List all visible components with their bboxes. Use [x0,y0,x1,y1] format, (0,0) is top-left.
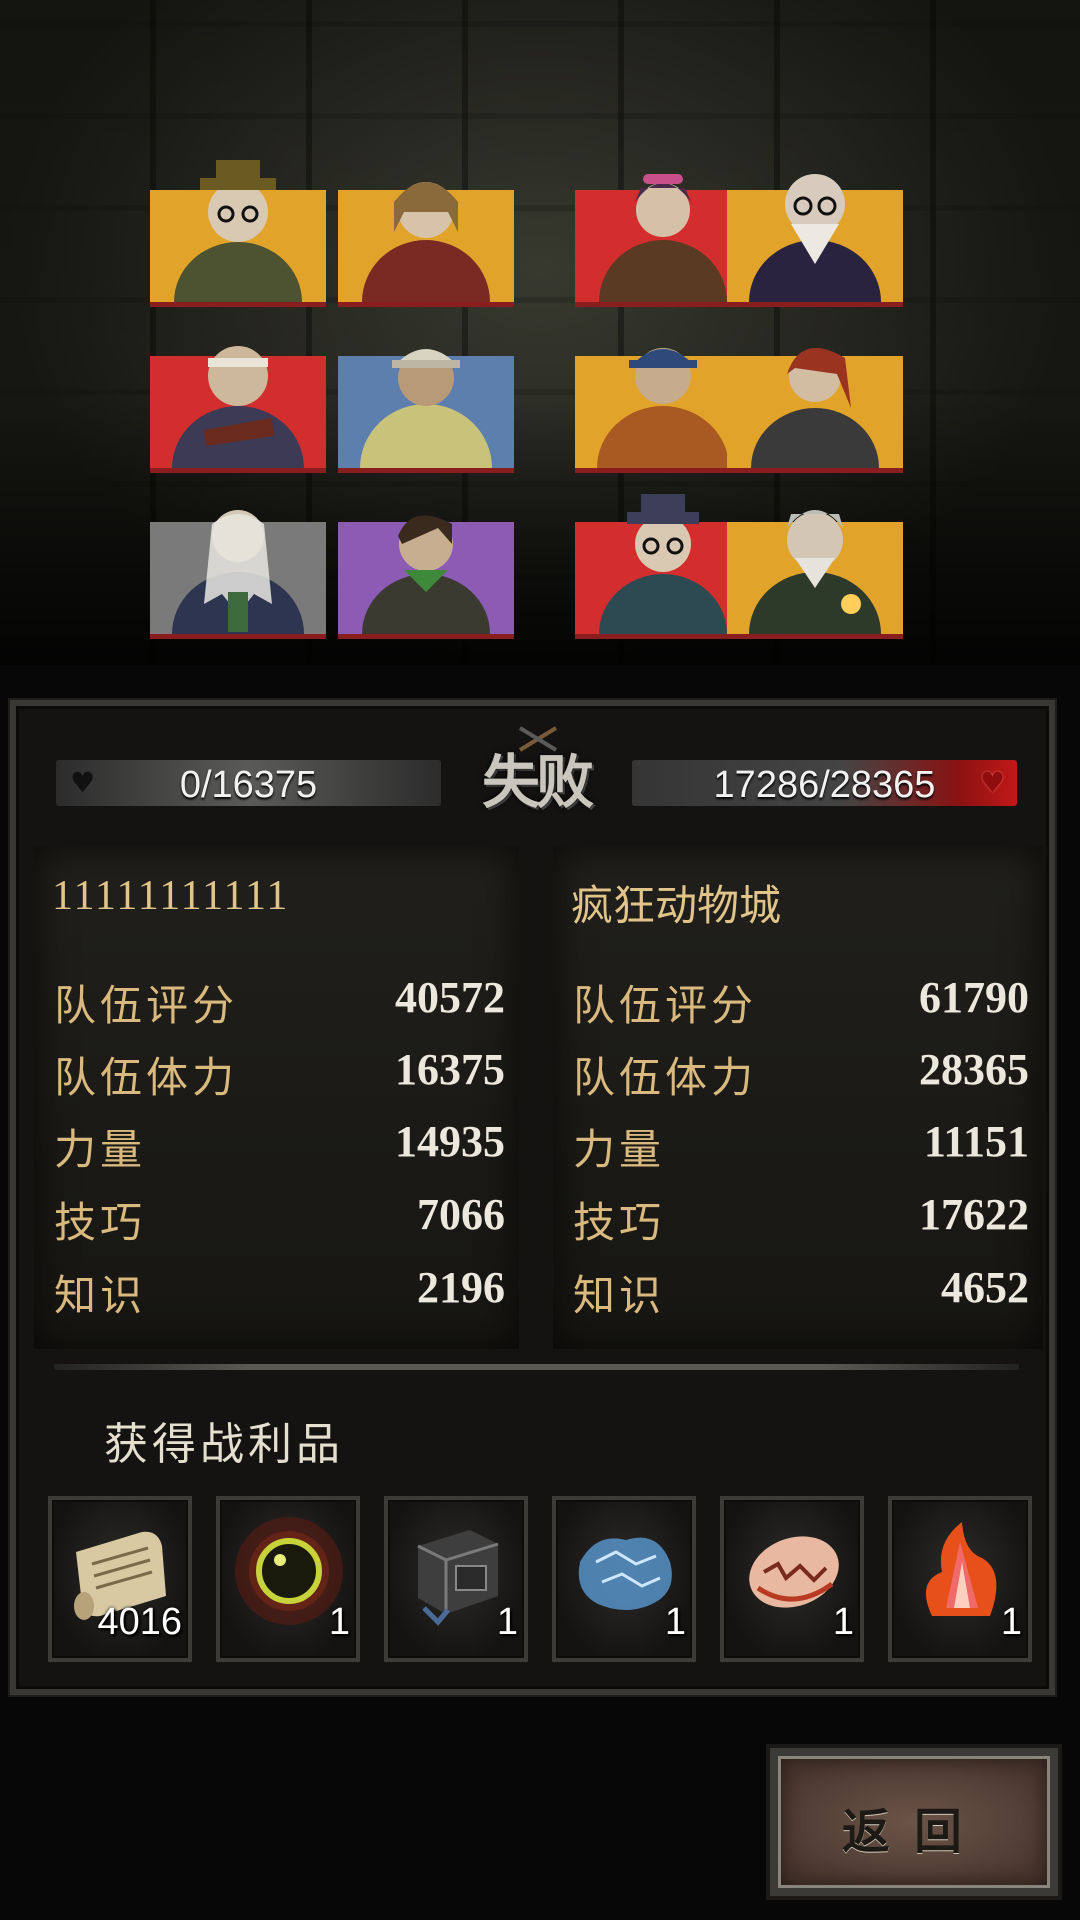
team-member-slot[interactable] [727,174,903,307]
woman-in-red-jacket-portrait [352,152,500,302]
battle-result-panel: ♥ 0/16375 失败 17286/28365 ♥ 11111111111 队… [10,700,1055,1695]
stat-value: 11151 [923,1117,1029,1166]
stat-label: 知识 [573,1271,666,1320]
battle-result-label: 失败 [481,748,594,816]
stat-row-knowledge: 知识 2196 [54,1262,505,1322]
stat-label: 力量 [573,1125,666,1174]
team-member-slot[interactable] [575,494,751,639]
stat-label: 力量 [54,1125,147,1174]
stat-value: 2196 [417,1263,505,1312]
stat-label: 知识 [54,1271,147,1320]
loot-item[interactable]: 1 [384,1496,528,1662]
stat-row-strength: 力量 14935 [54,1116,505,1176]
loot-grid: 4016 1 1 1 1 1 [48,1496,1038,1664]
stat-value: 40572 [395,973,505,1022]
loot-quantity: 1 [328,1601,350,1643]
team-member-slot[interactable] [150,160,326,307]
team-member-slot[interactable] [575,348,751,473]
stat-row-team-score: 队伍评分 61790 [573,972,1029,1032]
loot-item[interactable]: 4016 [48,1496,192,1662]
stat-value: 14935 [395,1117,505,1166]
bald-old-man-portrait [741,152,889,302]
stat-label: 队伍体力 [573,1053,758,1102]
stat-value: 17622 [919,1190,1029,1239]
team-member-slot[interactable] [727,348,903,473]
return-button-label: 返回 [841,1804,986,1860]
stat-label: 队伍体力 [54,1053,239,1102]
stat-value: 28365 [919,1045,1029,1094]
section-divider [54,1364,1019,1370]
team-member-slot[interactable] [150,510,326,639]
stat-row-team-stamina: 队伍体力 28365 [573,1044,1029,1104]
loot-quantity: 4016 [97,1601,182,1643]
stat-row-team-stamina: 队伍体力 16375 [54,1044,505,1104]
loot-item[interactable]: 1 [552,1496,696,1662]
stat-label: 技巧 [573,1198,666,1247]
team-member-slot[interactable] [575,174,751,307]
stat-row-strength: 力量 11151 [573,1116,1029,1176]
right-team-name: 疯狂动物城 [571,881,782,930]
stat-row-skill: 技巧 17622 [573,1189,1029,1249]
right-hp-text: 17286/28365 [713,764,936,806]
team-member-slot[interactable] [338,182,514,307]
stat-label: 队伍评分 [54,981,239,1030]
left-team-name: 11111111111 [52,873,290,919]
woman-with-goggles-portrait [589,152,737,302]
battle-arena [0,0,1080,665]
man-with-headband-portrait [164,318,312,468]
loot-quantity: 1 [832,1601,854,1643]
stat-value: 61790 [919,973,1029,1022]
young-man-with-scarf-portrait [352,484,500,634]
return-button[interactable]: 返回 [770,1748,1058,1896]
heart-icon: ♥ [979,766,1005,799]
stat-value: 7066 [417,1190,505,1239]
left-hp-text: 0/16375 [179,764,318,806]
right-team-hp-bar: 17286/28365 ♥ [632,760,1017,806]
explorer-with-hat-portrait [589,484,737,634]
team-member-slot[interactable] [150,346,326,473]
red-haired-woman-portrait [741,318,889,468]
left-team-stats: 11111111111 队伍评分 40572 队伍体力 16375 力量 149… [34,846,519,1349]
right-team-stats: 疯狂动物城 队伍评分 61790 队伍体力 28365 力量 11151 技巧 … [553,846,1043,1349]
loot-quantity: 1 [1000,1601,1022,1643]
explorer-with-hat-portrait [164,152,312,302]
loot-item[interactable]: 1 [216,1496,360,1662]
stat-row-skill: 技巧 7066 [54,1189,505,1249]
white-bearded-elder-portrait [164,484,312,634]
loot-section-title: 获得战利品 [104,1419,344,1470]
stat-value: 4652 [941,1263,1029,1312]
stat-label: 技巧 [54,1198,147,1247]
loot-item[interactable]: 1 [720,1496,864,1662]
right-team-formation [575,90,939,650]
team-member-slot[interactable] [338,515,514,639]
stat-row-team-score: 队伍评分 40572 [54,972,505,1032]
man-in-blue-cap-portrait [589,318,737,468]
loot-quantity: 1 [664,1601,686,1643]
left-team-hp-bar: ♥ 0/16375 [56,760,441,806]
grey-haired-old-man-portrait [741,484,889,634]
stat-row-knowledge: 知识 4652 [573,1262,1029,1322]
loot-item[interactable]: 1 [888,1496,1032,1662]
loot-quantity: 1 [496,1601,518,1643]
stat-label: 队伍评分 [573,981,758,1030]
team-member-slot[interactable] [727,510,903,639]
man-in-cap-portrait [352,318,500,468]
team-member-slot[interactable] [338,349,514,473]
left-team-formation [150,90,514,650]
stat-value: 16375 [395,1045,505,1094]
